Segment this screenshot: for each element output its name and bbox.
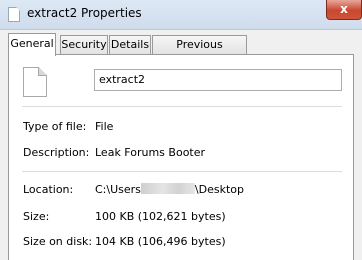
properties-dialog: extract2 Properties x General Security D… — [0, 0, 362, 260]
description-value: Leak Forums Booter — [95, 146, 206, 159]
tab-security[interactable]: Security — [60, 35, 108, 54]
window-title: extract2 Properties — [27, 6, 142, 20]
generic-file-icon — [23, 67, 47, 97]
size-value: 100 KB (102,621 bytes) — [95, 210, 226, 223]
file-name-field[interactable]: extract2 — [94, 69, 342, 91]
separator — [22, 171, 342, 172]
redacted-username — [140, 183, 195, 194]
location-prefix: C:\Users — [95, 183, 141, 196]
location-value: C:\Users \Desktop — [95, 183, 244, 196]
close-button[interactable]: x — [326, 0, 362, 20]
type-label: Type of file: — [23, 120, 87, 133]
size-on-disk-label: Size on disk: — [23, 235, 93, 248]
location-label: Location: — [23, 183, 74, 196]
type-value: File — [95, 120, 114, 133]
description-label: Description: — [23, 146, 90, 159]
location-suffix: \Desktop — [194, 183, 244, 196]
file-icon — [8, 7, 20, 22]
tab-previous-versions[interactable]: Previous Versions — [152, 35, 247, 68]
separator — [22, 106, 342, 107]
tab-general[interactable]: General — [8, 33, 56, 56]
size-on-disk-value: 104 KB (106,496 bytes) — [95, 235, 226, 248]
title-bar[interactable]: extract2 Properties x — [0, 0, 362, 30]
tab-details[interactable]: Details — [109, 35, 151, 54]
size-label: Size: — [23, 210, 50, 223]
